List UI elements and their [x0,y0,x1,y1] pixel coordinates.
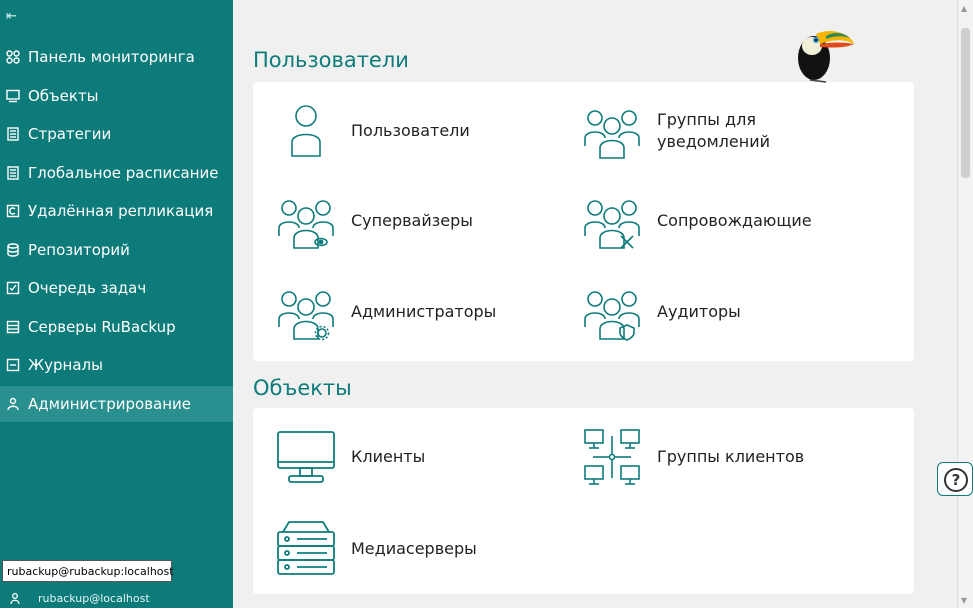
scroll-down-icon[interactable]: ▼ [961,596,967,605]
tile-label: Группы клиентов [657,447,805,466]
sidebar-item-label: Глобальное расписание [28,164,219,182]
sidebar-item-dashboard[interactable]: Панель мониторинга [0,39,233,75]
client-groups-icon [581,426,643,488]
clients-icon [275,426,337,488]
tile-users[interactable]: Пользователи [275,100,470,162]
user-icon [275,100,337,162]
log-icon [6,358,20,372]
administrators-icon [275,281,337,343]
supervisors-icon [275,190,337,252]
sidebar-item-label: Объекты [28,87,99,105]
dashboard-icon [6,50,20,64]
notification-groups-icon [581,100,643,162]
tile-administrators[interactable]: Администраторы [275,281,496,343]
sidebar-item-label: Администрирование [28,395,192,413]
sidebar-item-label: Серверы RuBackup [28,318,176,336]
tile-auditors[interactable]: Аудиторы [581,281,741,343]
sidebar-item-administration[interactable]: Администрирование [0,386,233,422]
sidebar-item-task-queue[interactable]: Очередь задач [0,270,233,306]
sidebar-item-global-schedule[interactable]: Глобальное расписание [0,155,233,191]
sidebar: ⇤ Панель мониторинга Объекты Стратегии Г… [0,0,233,608]
document-icon [6,127,20,141]
schedule-icon [6,166,20,180]
sidebar-item-repository[interactable]: Репозиторий [0,232,233,268]
toucan-mascot [786,16,856,86]
objects-card: Клиенты Группы клиентов Медиасерверы [253,408,914,594]
auditors-icon [581,281,643,343]
users-card: Пользователи Группы для уведомлений Супе… [253,82,914,361]
monitor-icon [6,89,20,103]
section-title-objects: Объекты [253,376,352,400]
maintainers-icon [581,190,643,252]
sidebar-item-label: Удалённая репликация [28,202,214,220]
main-content: Пользователи Пользователи Группы для уве… [233,0,957,608]
vertical-scrollbar[interactable]: ▲ ▼ [957,0,973,608]
help-button[interactable]: ? [937,462,973,496]
tile-label: Администраторы [351,302,497,321]
question-icon: ? [944,468,968,492]
queue-icon [6,281,20,295]
tile-label: Аудиторы [657,302,741,321]
sidebar-item-label: Журналы [28,356,103,374]
server-icon [6,320,20,334]
sidebar-item-logs[interactable]: Журналы [0,347,233,383]
media-servers-icon [275,518,337,580]
scroll-up-icon[interactable]: ▲ [961,4,967,13]
sidebar-item-label: Стратегии [28,125,112,143]
sidebar-item-strategies[interactable]: Стратегии [0,116,233,152]
tile-client-groups[interactable]: Группы клиентов [581,426,804,488]
current-user-label: rubackup@localhost [38,592,150,605]
tile-media-servers[interactable]: Медиасерверы [275,518,477,580]
current-user[interactable]: rubackup@localhost [10,592,150,605]
tile-clients[interactable]: Клиенты [275,426,425,488]
tile-supervisors[interactable]: Супервайзеры [275,190,473,252]
tile-label: Клиенты [351,447,426,466]
sidebar-item-servers[interactable]: Серверы RuBackup [0,309,233,345]
sidebar-item-label: Репозиторий [28,241,130,259]
sidebar-item-label: Очередь задач [28,279,147,297]
sidebar-item-remote-replication[interactable]: Удалённая репликация [0,193,233,229]
tile-notification-groups[interactable]: Группы для уведомлений [581,100,770,162]
tile-label: Супервайзеры [351,211,473,230]
user-tooltip: rubackup@rubackup:localhost [2,560,174,582]
tile-label: Сопровождающие [657,211,812,230]
scrollbar-thumb[interactable] [961,28,970,178]
replication-icon [6,204,20,218]
sidebar-item-label: Панель мониторинга [28,48,195,66]
user-icon [10,592,20,604]
tile-label: Группы для уведомлений [657,110,770,151]
tile-maintainers[interactable]: Сопровождающие [581,190,812,252]
section-title-users: Пользователи [253,48,409,72]
sidebar-item-objects[interactable]: Объекты [0,78,233,114]
collapse-sidebar-icon[interactable]: ⇤ [6,9,17,24]
admin-icon [6,397,20,411]
tile-label: Медиасерверы [351,539,477,558]
tile-label: Пользователи [351,121,470,140]
database-icon [6,243,20,257]
